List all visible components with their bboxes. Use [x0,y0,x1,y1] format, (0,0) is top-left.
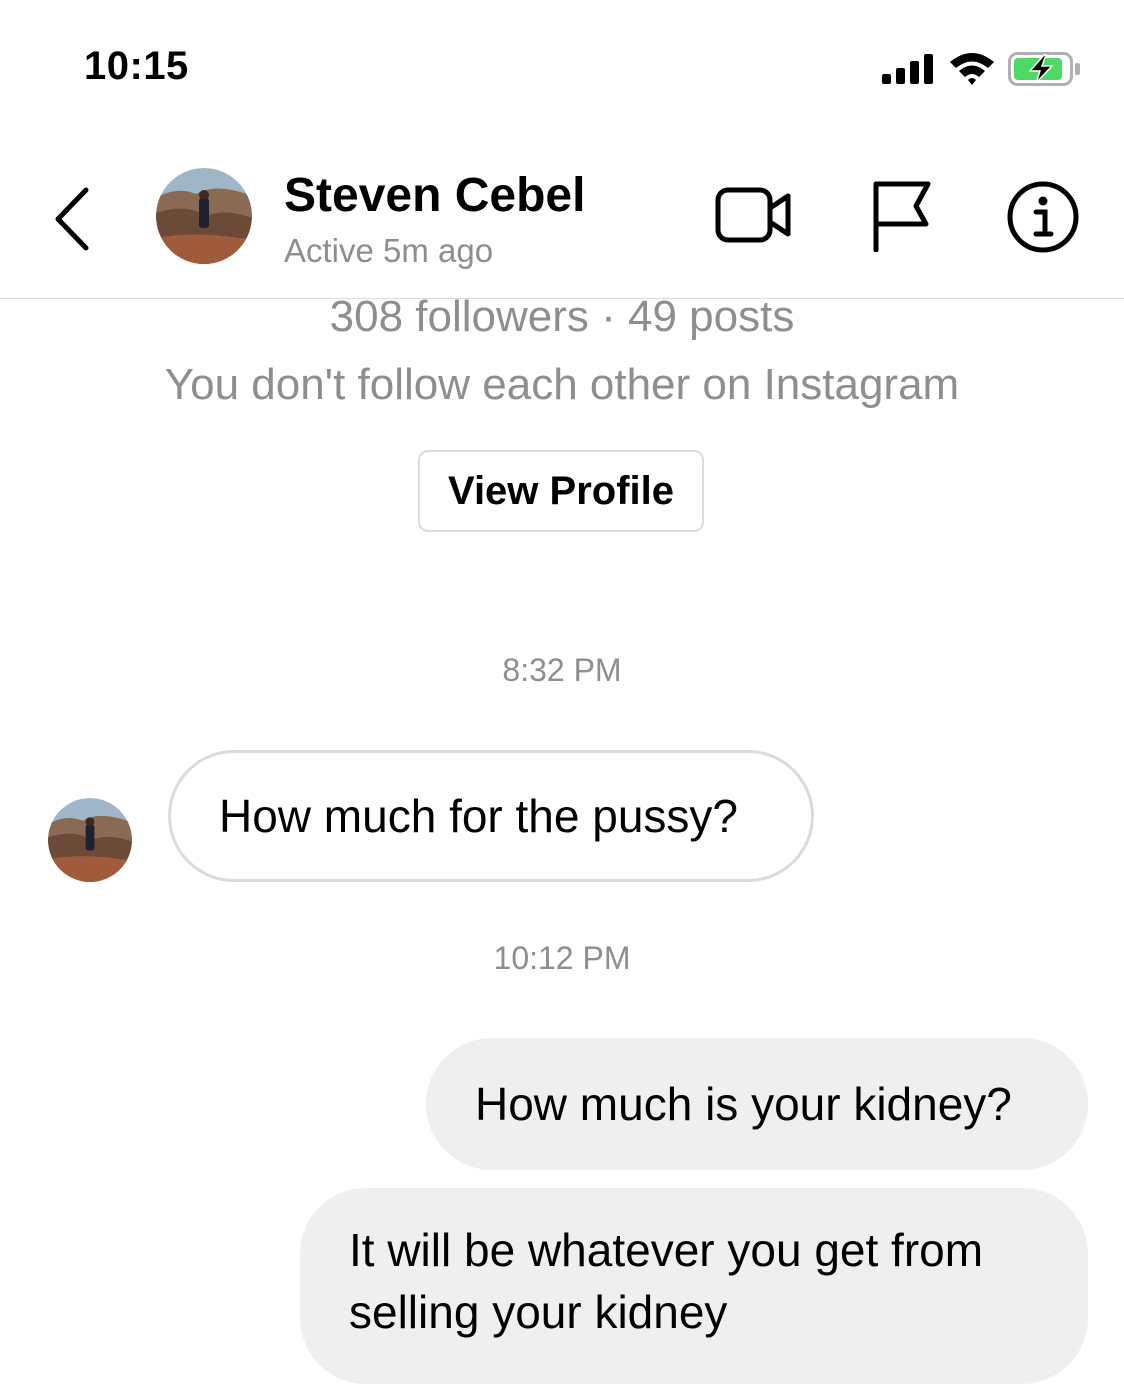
flag-icon[interactable] [868,180,932,252]
chat-header: Steven Cebel Active 5m ago [0,150,1124,299]
sent-message-bubble[interactable]: How much is your kidney? [426,1038,1088,1170]
video-camera-icon[interactable] [714,182,794,248]
active-status: Active 5m ago [284,232,494,269]
received-message-bubble[interactable]: How much for the pussy? [168,750,814,882]
battery-charging-icon [1008,52,1080,86]
view-profile-button[interactable]: View Profile [418,450,704,532]
contact-name[interactable]: Steven Cebel [284,168,585,223]
avatar[interactable] [48,798,132,882]
profile-stats: 308 followers · 49 posts [329,292,795,341]
follow-status-note: You don't follow each other on Instagram [164,360,960,409]
message-timestamp: 8:32 PM [502,652,622,688]
avatar[interactable] [156,168,252,264]
info-icon[interactable] [1006,180,1080,254]
wifi-icon [950,53,994,85]
sent-message-bubble[interactable]: It will be whatever you get from selling… [300,1188,1088,1384]
back-chevron-icon[interactable] [48,184,96,254]
cellular-signal-icon [882,54,933,84]
status-bar-time: 10:15 [84,44,189,88]
message-timestamp: 10:12 PM [493,940,631,976]
